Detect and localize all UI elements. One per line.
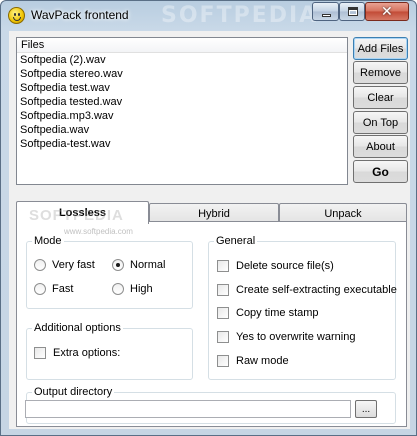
files-column-header[interactable]: Files	[17, 38, 347, 53]
remove-button[interactable]: Remove	[353, 61, 408, 84]
overwrite-warning-checkbox[interactable]: Yes to overwrite warning	[217, 331, 355, 343]
delete-source-checkbox[interactable]: Delete source file(s)	[217, 260, 334, 272]
radio-indicator[interactable]	[112, 283, 124, 295]
radio-indicator[interactable]	[112, 259, 124, 271]
tab-watermark-url: www.softpedia.com	[64, 227, 133, 236]
client-area: Files Softpedia (2).wav Softpedia stereo…	[9, 31, 410, 429]
checkbox-indicator[interactable]	[34, 347, 46, 359]
on-top-button[interactable]: On Top	[353, 111, 408, 134]
radio-indicator[interactable]	[34, 283, 46, 295]
clear-button[interactable]: Clear	[353, 86, 408, 109]
maximize-button[interactable]	[339, 2, 365, 21]
tab-lossless[interactable]: Lossless	[16, 201, 149, 224]
minimize-icon	[322, 14, 331, 17]
title-bar[interactable]: WavPack frontend SOFTPEDIA ✕	[1, 1, 416, 31]
file-list-item[interactable]: Softpedia tested.wav	[17, 95, 347, 109]
maximize-icon	[348, 7, 358, 16]
files-list[interactable]: Files Softpedia (2).wav Softpedia stereo…	[16, 37, 348, 185]
checkbox-indicator[interactable]	[217, 284, 229, 296]
extra-options-checkbox[interactable]: Extra options:	[34, 347, 120, 359]
radio-normal[interactable]: Normal	[112, 259, 165, 271]
close-icon: ✕	[381, 4, 393, 20]
tab-hybrid[interactable]: Hybrid	[149, 203, 279, 223]
file-list-item[interactable]: Softpedia-test.wav	[17, 137, 347, 151]
output-directory-label: Output directory	[32, 385, 115, 399]
tab-unpack[interactable]: Unpack	[279, 203, 407, 223]
window-title: WavPack frontend	[31, 8, 129, 22]
raw-mode-checkbox[interactable]: Raw mode	[217, 355, 289, 367]
about-button[interactable]: About	[353, 135, 408, 158]
checkbox-indicator[interactable]	[217, 307, 229, 319]
checkbox-indicator[interactable]	[217, 331, 229, 343]
browse-button[interactable]: ...	[355, 400, 377, 418]
minimize-button[interactable]	[312, 2, 339, 21]
radio-fast[interactable]: Fast	[34, 283, 73, 295]
app-window: WavPack frontend SOFTPEDIA ✕ Files Softp…	[0, 0, 417, 436]
output-directory-input[interactable]	[25, 400, 351, 418]
radio-label: High	[130, 283, 153, 295]
radio-label: Normal	[130, 259, 166, 271]
go-button[interactable]: Go	[353, 160, 408, 183]
additional-options-label: Additional options	[32, 321, 123, 335]
smiley-icon[interactable]	[8, 7, 25, 24]
mode-group-label: Mode	[32, 234, 64, 248]
add-files-button[interactable]: Add Files	[353, 37, 408, 60]
radio-label: Very fast	[52, 259, 95, 271]
radio-indicator[interactable]	[34, 259, 46, 271]
checkbox-indicator[interactable]	[217, 260, 229, 272]
checkbox-label: Raw mode	[236, 355, 289, 367]
checkbox-label: Copy time stamp	[236, 307, 319, 319]
checkbox-label: Yes to overwrite warning	[236, 331, 356, 343]
mode-group: Mode	[26, 234, 193, 309]
title-watermark: SOFTPEDIA	[161, 3, 319, 28]
general-group-label: General	[214, 234, 258, 248]
radio-high[interactable]: High	[112, 283, 153, 295]
radio-very-fast[interactable]: Very fast	[34, 259, 95, 271]
file-list-item[interactable]: Softpedia.wav	[17, 123, 347, 137]
checkbox-label: Create self-extracting executable	[236, 284, 397, 296]
checkbox-label: Extra options:	[53, 347, 121, 359]
file-list-item[interactable]: Softpedia test.wav	[17, 81, 347, 95]
file-list-item[interactable]: Softpedia.mp3.wav	[17, 109, 347, 123]
radio-label: Fast	[52, 283, 74, 295]
file-list-item[interactable]: Softpedia stereo.wav	[17, 67, 347, 81]
copy-time-stamp-checkbox[interactable]: Copy time stamp	[217, 307, 319, 319]
file-list-item[interactable]: Softpedia (2).wav	[17, 53, 347, 67]
checkbox-indicator[interactable]	[217, 355, 229, 367]
close-button[interactable]: ✕	[365, 2, 409, 21]
checkbox-label: Delete source file(s)	[236, 260, 334, 272]
self-extracting-checkbox[interactable]: Create self-extracting executable	[217, 284, 397, 296]
